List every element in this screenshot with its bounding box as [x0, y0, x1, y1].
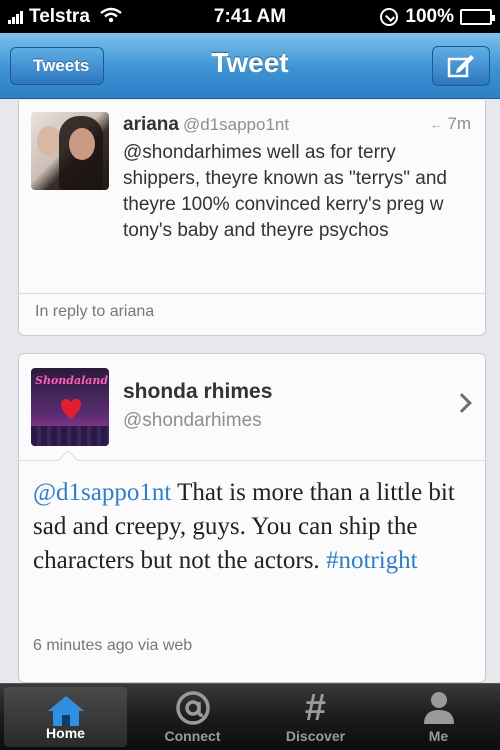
- orientation-lock-icon: [380, 8, 399, 26]
- home-icon: [4, 693, 127, 729]
- tab-connect[interactable]: Connect: [131, 684, 254, 750]
- battery-info: 100%: [380, 6, 495, 28]
- avatar[interactable]: [31, 112, 109, 190]
- compose-button[interactable]: [432, 46, 490, 86]
- divider: [19, 293, 485, 294]
- tweet-time: ← 7m: [429, 114, 471, 134]
- author-handle: @d1sappo1nt: [182, 115, 290, 134]
- tab-me[interactable]: Me: [377, 684, 500, 750]
- tweet-text: @d1sappo1nt That is more than a little b…: [33, 476, 473, 578]
- at-icon: [131, 690, 254, 726]
- compose-icon: [447, 55, 474, 78]
- battery-percent: 100%: [405, 6, 454, 27]
- main-tweet: Shondaland shonda rhimes @shondarhimes @…: [18, 353, 486, 683]
- tab-label: Home: [46, 725, 85, 741]
- time-ago: 7m: [447, 114, 471, 133]
- tweet-bubble-notch: [58, 450, 78, 470]
- heart-icon: [61, 398, 81, 419]
- person-icon: [377, 690, 500, 726]
- in-reply-to-tweet[interactable]: ariana @d1sappo1nt ← 7m @shondarhimes wel…: [18, 100, 486, 336]
- author-handle[interactable]: @shondarhimes: [123, 410, 262, 432]
- page-title: Tweet: [211, 47, 289, 78]
- tab-bar: Home Connect # Discover Me: [0, 683, 500, 750]
- tab-label: Discover: [285, 728, 346, 744]
- tab-label: Me: [428, 728, 449, 744]
- hash-icon: #: [304, 687, 327, 729]
- reply-arrow-icon: ←: [429, 116, 444, 132]
- shondaland-logo-icon: Shondaland: [35, 374, 109, 387]
- author-name[interactable]: shonda rhimes: [123, 380, 272, 404]
- mention-link[interactable]: @d1sappo1nt: [33, 479, 171, 506]
- divider: [19, 460, 485, 461]
- status-bar: Telstra 7:41 AM 100%: [0, 0, 500, 33]
- author-name: ariana: [123, 114, 179, 135]
- tweet-meta: 6 minutes ago via web: [33, 637, 193, 654]
- tab-home[interactable]: Home: [4, 687, 127, 747]
- hashtag-link[interactable]: #notright: [326, 547, 418, 574]
- battery-icon: [460, 9, 495, 25]
- reply-author: ariana @d1sappo1nt: [123, 114, 289, 136]
- avatar[interactable]: Shondaland: [31, 368, 109, 446]
- chevron-right-icon[interactable]: [452, 393, 472, 413]
- navigation-bar: Tweets Tweet: [0, 33, 500, 99]
- tab-discover[interactable]: # Discover: [254, 684, 377, 750]
- tab-label: Connect: [164, 728, 221, 744]
- in-reply-to-label[interactable]: In reply to ariana: [35, 303, 154, 321]
- reply-text: @shondarhimes well as for terry shippers…: [123, 142, 447, 241]
